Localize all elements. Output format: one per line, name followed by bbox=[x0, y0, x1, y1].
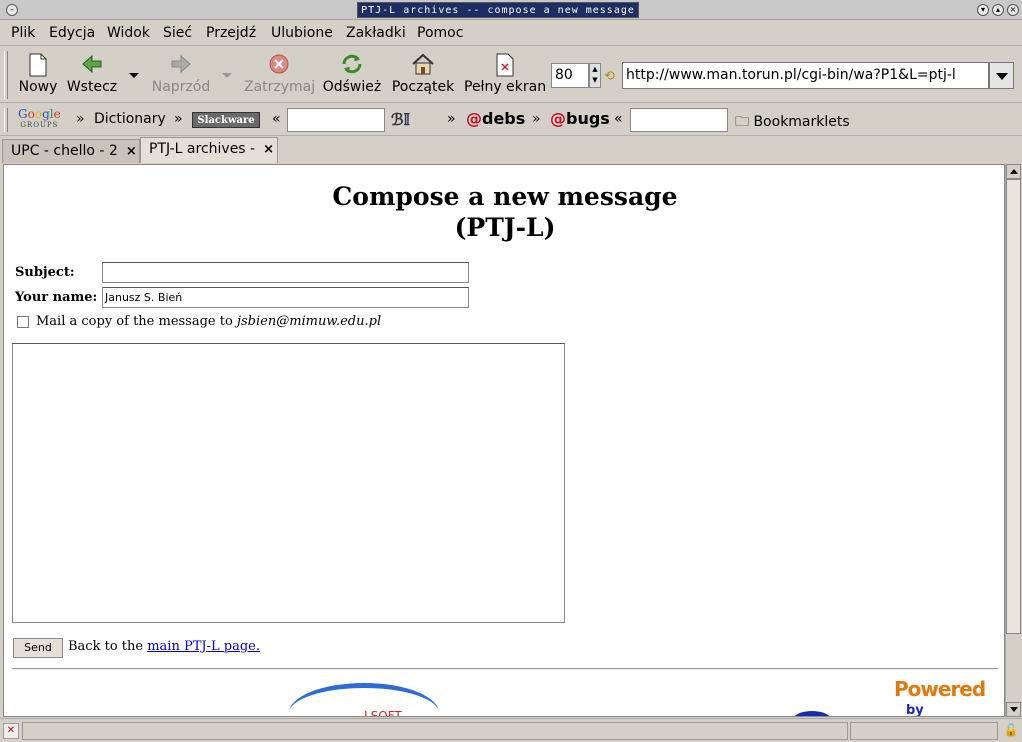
zoom-stepper[interactable]: ▲ ▼ bbox=[589, 63, 601, 88]
page-info-icon[interactable]: ✕ bbox=[3, 723, 19, 739]
tab-ptj-l-archives[interactable]: PTJ-L archives - × bbox=[140, 137, 278, 163]
maximize-icon[interactable]: ▴ bbox=[992, 4, 1004, 16]
divider bbox=[12, 668, 998, 670]
google-groups-logo[interactable]: Google GROUPS bbox=[18, 108, 61, 131]
bookmark-folder-bookmarklets[interactable]: 🗀 Bookmarklets bbox=[735, 111, 850, 135]
bookmark-debs[interactable]: @debs bbox=[466, 109, 525, 128]
fullscreen-button[interactable]: Pełny ekran bbox=[464, 53, 546, 95]
back-arrow-icon bbox=[79, 53, 105, 77]
bookmarks-toolbar: Google GROUPS » Dictionary » Slackware «… bbox=[0, 104, 1022, 136]
progress-area bbox=[850, 722, 998, 740]
new-document-icon bbox=[25, 53, 51, 77]
forward-arrow-icon bbox=[168, 53, 194, 77]
menu-zakladki[interactable]: Zakładki bbox=[346, 25, 406, 41]
mail-copy-email: jsbien@mimuw.edu.pl bbox=[236, 314, 382, 329]
bookmark-separator: » bbox=[76, 111, 85, 127]
tab-upc-chello[interactable]: UPC - chello - 2 × bbox=[2, 139, 140, 163]
bookmark-dictionary[interactable]: Dictionary bbox=[94, 111, 166, 127]
home-icon bbox=[410, 53, 436, 77]
ltt-logo[interactable]: ℬ𝕀 bbox=[391, 110, 437, 130]
bookmark-separator: » bbox=[532, 111, 541, 127]
debian-swirl-icon: @ bbox=[466, 109, 482, 128]
menu-bar: Plik Edycja Widok Sieć Przejdź Ulubione … bbox=[0, 21, 1022, 46]
bookmark-separator: « bbox=[272, 111, 281, 127]
debian-swirl-icon: @ bbox=[550, 109, 566, 128]
scroll-up-button[interactable] bbox=[1006, 164, 1021, 179]
menu-przejdz[interactable]: Przejdź bbox=[206, 25, 256, 41]
name-input[interactable]: Janusz S. Bień bbox=[102, 287, 469, 308]
powered-by-logo: Powered bbox=[894, 677, 986, 701]
mail-copy-checkbox[interactable] bbox=[17, 316, 29, 328]
bookmark-search-input-1[interactable] bbox=[287, 108, 385, 132]
bookmark-bugs[interactable]: @bugs bbox=[550, 109, 610, 128]
url-history-dropdown[interactable] bbox=[989, 62, 1014, 89]
scroll-thumb[interactable] bbox=[1006, 179, 1021, 634]
page-title: Compose a new message (PTJ-L) bbox=[332, 182, 678, 242]
lock-icon[interactable]: 🔓 bbox=[1003, 723, 1019, 739]
menu-edycja[interactable]: Edycja bbox=[49, 25, 95, 41]
powered-by-text: by bbox=[906, 703, 924, 717]
folder-icon: 🗀 bbox=[735, 114, 749, 130]
close-tab-icon[interactable]: × bbox=[126, 144, 137, 159]
stop-icon bbox=[266, 53, 292, 77]
bookmark-separator: » bbox=[174, 111, 183, 127]
bookmark-slackware[interactable]: Slackware bbox=[192, 112, 260, 128]
url-go-icon[interactable]: ⟲ bbox=[604, 69, 615, 84]
close-tab-icon[interactable]: × bbox=[263, 142, 274, 157]
subject-label: Subject: bbox=[15, 265, 75, 280]
mail-copy-label: Mail a copy of the message to jsbien@mim… bbox=[36, 314, 382, 329]
bookmark-search-input-2[interactable] bbox=[630, 108, 728, 132]
forward-history-dropdown[interactable] bbox=[222, 73, 232, 78]
status-text bbox=[22, 722, 848, 740]
close-window-icon[interactable]: × bbox=[1007, 4, 1019, 16]
menu-plik[interactable]: Plik bbox=[11, 25, 35, 41]
stop-button[interactable]: Zatrzymaj bbox=[244, 53, 315, 95]
subject-input[interactable] bbox=[102, 262, 469, 283]
globe-logo-icon bbox=[792, 711, 832, 716]
menu-siec[interactable]: Sieć bbox=[163, 25, 192, 41]
message-textarea[interactable] bbox=[12, 343, 565, 623]
back-text: Back to the main PTJ-L page. bbox=[68, 639, 260, 654]
back-history-dropdown[interactable] bbox=[129, 73, 139, 78]
window-titlebar: – PTJ-L archives -- compose a new messag… bbox=[0, 0, 1022, 20]
vertical-scrollbar[interactable] bbox=[1005, 164, 1021, 717]
main-page-link[interactable]: main PTJ-L page. bbox=[147, 639, 260, 654]
navigation-toolbar: Nowy Wstecz Naprzód Zatrzymaj Odśwież Po… bbox=[0, 47, 1022, 103]
bookmark-separator: « bbox=[614, 111, 623, 127]
scroll-down-button[interactable] bbox=[1006, 702, 1021, 717]
window-menu-icon[interactable]: – bbox=[6, 4, 18, 16]
url-input[interactable]: http://www.man.torun.pl/cgi-bin/wa?P1&L=… bbox=[622, 62, 989, 89]
window-title: PTJ-L archives -- compose a new message bbox=[357, 2, 639, 18]
listserv-logo-text: LSOFT bbox=[364, 709, 402, 717]
menu-widok[interactable]: Widok bbox=[107, 25, 150, 41]
menu-ulubione[interactable]: Ulubione bbox=[271, 25, 333, 41]
status-bar: ✕ 🔓 bbox=[0, 718, 1022, 742]
tab-bar: UPC - chello - 2 × PTJ-L archives - × bbox=[0, 137, 1022, 163]
page-content: Compose a new message (PTJ-L) Subject: Y… bbox=[3, 164, 1005, 717]
forward-button[interactable]: Naprzód bbox=[150, 53, 212, 95]
menu-pomoc[interactable]: Pomoc bbox=[417, 25, 463, 41]
reload-button[interactable]: Odśwież bbox=[321, 53, 383, 95]
send-button[interactable]: Send bbox=[13, 638, 63, 658]
name-label: Your name: bbox=[15, 290, 98, 305]
new-button[interactable]: Nowy bbox=[18, 53, 58, 95]
bookmarks-grip[interactable] bbox=[4, 108, 8, 132]
home-button[interactable]: Początek bbox=[390, 53, 456, 95]
fullscreen-icon bbox=[492, 53, 518, 77]
back-button[interactable]: Wstecz bbox=[64, 53, 120, 95]
reload-icon bbox=[339, 53, 365, 77]
minimize-icon[interactable]: ▾ bbox=[977, 4, 989, 16]
zoom-input[interactable]: 80 bbox=[551, 63, 589, 88]
bookmark-separator: » bbox=[447, 111, 456, 127]
toolbar-grip[interactable] bbox=[4, 51, 8, 99]
